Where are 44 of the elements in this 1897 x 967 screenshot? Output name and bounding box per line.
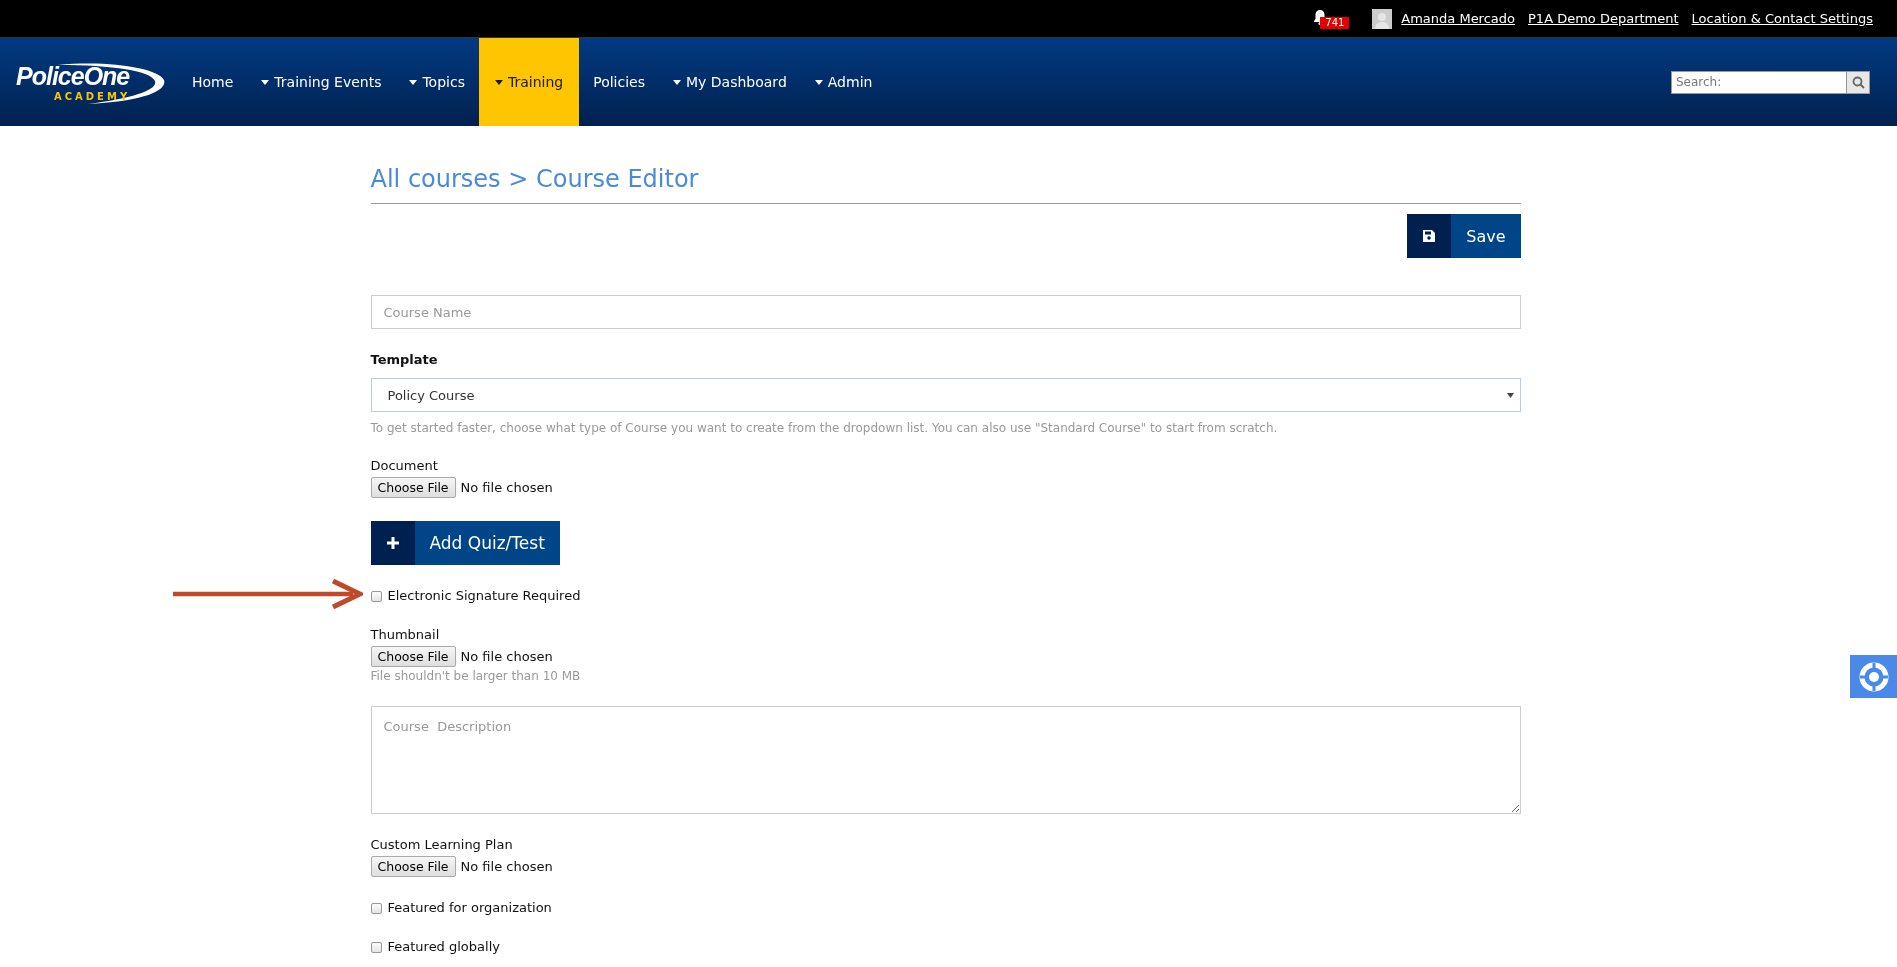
choose-file-button[interactable]: Choose File <box>370 477 456 498</box>
search-field[interactable]: Search: <box>1671 70 1847 94</box>
search-icon <box>1851 75 1865 89</box>
field-label: Custom Learning Plan <box>370 837 514 853</box>
nav-item[interactable]: Admin <box>800 38 887 126</box>
choose-file-button[interactable]: Choose File <box>370 856 456 877</box>
caret-icon <box>1506 392 1514 398</box>
logo[interactable]: PoliceOne ACADEMY <box>14 38 164 126</box>
page-title: All courses > Course Editor <box>370 164 1521 204</box>
search-button[interactable] <box>1847 70 1870 94</box>
nav-item[interactable]: Training <box>478 38 580 126</box>
plus-icon <box>386 537 399 549</box>
nav-item[interactable]: My Dashboard <box>659 38 801 126</box>
nav-item[interactable]: Policies <box>579 38 659 126</box>
course-name-field[interactable]: Course Name <box>370 295 1521 329</box>
checkbox[interactable] <box>370 902 382 914</box>
file-status: No file chosen <box>460 859 553 874</box>
hint-text: To get started faster, choose what type of Course you want to create from the dropdown list. You can also use "Standard Course" to start from scratch. <box>370 421 1279 435</box>
nav-item[interactable]: Topics <box>395 38 479 126</box>
help-button[interactable] <box>1850 655 1897 698</box>
nav-item[interactable]: Home <box>178 38 248 126</box>
field-label: Template <box>370 352 439 368</box>
save-icon <box>1423 230 1436 242</box>
add-quiz-button[interactable]: Add Quiz/Test <box>370 521 560 565</box>
file-status: No file chosen <box>460 649 553 664</box>
checkbox[interactable] <box>370 941 382 953</box>
lifebuoy-icon <box>1858 661 1889 692</box>
choose-file-button[interactable]: Choose File <box>370 646 456 667</box>
nav-item[interactable]: Training Events <box>247 38 396 126</box>
field-label: Thumbnail <box>370 627 441 643</box>
description-field[interactable]: Course Description <box>370 706 1521 814</box>
department-link[interactable]: P1A Demo Department <box>1528 11 1679 26</box>
notification-badge: 741 <box>1320 16 1350 29</box>
checkbox[interactable] <box>370 590 382 602</box>
hint-text: File shouldn't be larger than 10 MB <box>370 669 582 683</box>
template-dropdown[interactable]: Policy Course <box>370 378 1521 412</box>
checkbox-label[interactable]: Electronic Signature Required <box>387 588 581 604</box>
settings-link[interactable]: Location & Contact Settings <box>1691 11 1873 26</box>
save-button[interactable]: Save <box>1407 214 1521 258</box>
file-status: No file chosen <box>460 480 553 495</box>
user-link[interactable]: Amanda Mercado <box>1401 11 1515 26</box>
field-label: Document <box>370 458 439 474</box>
checkbox-label[interactable]: Featured for organization <box>387 900 552 916</box>
checkbox-label[interactable]: Featured globally <box>387 939 500 955</box>
